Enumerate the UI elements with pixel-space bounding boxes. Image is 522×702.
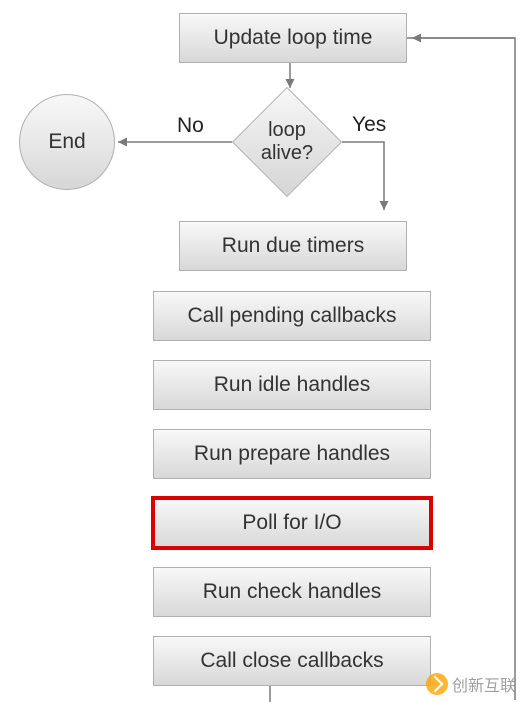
watermark-logo-icon — [426, 673, 448, 695]
node-label: Poll for I/O — [242, 511, 341, 535]
node-run-idle-handles: Run idle handles — [153, 360, 431, 410]
node-label: Run idle handles — [214, 373, 370, 397]
node-label: Run prepare handles — [194, 442, 390, 466]
node-run-due-timers: Run due timers — [179, 221, 407, 271]
node-poll-for-io: Poll for I/O — [153, 498, 431, 548]
node-run-check-handles: Run check handles — [153, 567, 431, 617]
node-label: Call pending callbacks — [188, 304, 397, 328]
node-loop-alive: loop alive? — [232, 87, 342, 197]
node-label: Run due timers — [222, 234, 364, 258]
watermark-text: 创新互联 — [452, 672, 516, 696]
node-call-pending-callbacks: Call pending callbacks — [153, 291, 431, 341]
node-label: Call close callbacks — [200, 649, 383, 673]
node-call-close-callbacks: Call close callbacks — [153, 636, 431, 686]
edge-label-yes: Yes — [352, 113, 386, 137]
node-run-prepare-handles: Run prepare handles — [153, 429, 431, 479]
watermark: 创新互联 — [426, 672, 516, 696]
node-label: loop alive? — [261, 119, 313, 165]
node-label: End — [48, 130, 85, 154]
node-end: End — [19, 94, 115, 190]
edge-label-no: No — [177, 114, 204, 138]
node-label: Run check handles — [203, 580, 382, 604]
node-label: Update loop time — [214, 26, 373, 50]
node-update-loop-time: Update loop time — [179, 13, 407, 63]
